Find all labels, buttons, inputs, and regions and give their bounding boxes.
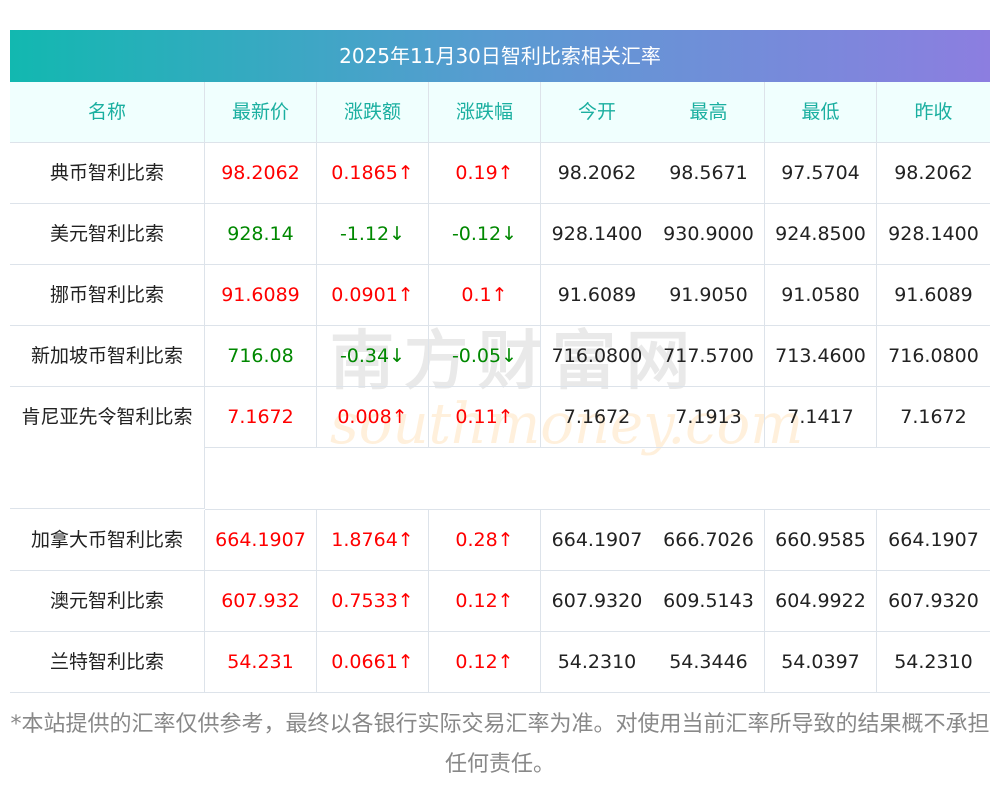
cell-prev-close: 607.9320: [877, 571, 990, 632]
header-low: 最低: [765, 82, 877, 143]
cell-prev-close: 54.2310: [877, 632, 990, 693]
cell-change: 0.0661↑: [317, 632, 429, 693]
cell-name: 美元智利比索: [10, 204, 205, 265]
cell-price: 664.1907: [205, 510, 317, 571]
header-open: 今开: [541, 82, 653, 143]
cell-price: 928.14: [205, 204, 317, 265]
cell-prev-close: 664.1907: [877, 510, 990, 571]
cell-change: 0.1865↑: [317, 143, 429, 204]
cell-change: 0.7533↑: [317, 571, 429, 632]
cell-high: 7.1913: [653, 387, 765, 448]
cell-high: 717.5700: [653, 326, 765, 387]
cell-change-pct: -0.05↓: [429, 326, 541, 387]
cell-high: 666.7026: [653, 510, 765, 571]
cell-name: 挪币智利比索: [10, 265, 205, 326]
cell-low: 924.8500: [765, 204, 877, 265]
cell-high: 930.9000: [653, 204, 765, 265]
cell-price: 98.2062: [205, 143, 317, 204]
cell-high: 609.5143: [653, 571, 765, 632]
cell-open: 54.2310: [541, 632, 653, 693]
cell-open: 91.6089: [541, 265, 653, 326]
cell-open: 98.2062: [541, 143, 653, 204]
cell-open: 664.1907: [541, 510, 653, 571]
cell-high: 91.9050: [653, 265, 765, 326]
cell-low: 91.0580: [765, 265, 877, 326]
disclaimer: *本站提供的汇率仅供参考，最终以各银行实际交易汇率为准。对使用当前汇率所导致的结…: [10, 712, 990, 777]
table-title: 2025年11月30日智利比索相关汇率: [10, 30, 990, 82]
cell-prev-close: 98.2062: [877, 143, 990, 204]
cell-low: 54.0397: [765, 632, 877, 693]
cell-high: 98.5671: [653, 143, 765, 204]
cell-low: 713.4600: [765, 326, 877, 387]
cell-change-pct: 0.11↑: [429, 387, 541, 448]
header-prev-close: 昨收: [877, 82, 990, 143]
cell-low: 97.5704: [765, 143, 877, 204]
cell-change-pct: 0.19↑: [429, 143, 541, 204]
cell-change-pct: 0.1↑: [429, 265, 541, 326]
cell-change: 1.8764↑: [317, 510, 429, 571]
cell-change-pct: 0.12↑: [429, 571, 541, 632]
cell-change: 0.008↑: [317, 387, 429, 448]
header-high: 最高: [653, 82, 765, 143]
cell-change: -0.34↓: [317, 326, 429, 387]
cell-name: 加拿大币智利比索: [10, 510, 205, 571]
cell-change: 0.0901↑: [317, 265, 429, 326]
exchange-rate-table: 名称 最新价 涨跌额 涨跌幅 今开 最高 最低 昨收 典币智利比索 98.2062 0.1865↑ 0…: [10, 82, 990, 693]
cell-change-pct: -0.12↓: [429, 204, 541, 265]
cell-name: 澳元智利比索: [10, 571, 205, 632]
row-spacer: [205, 448, 990, 510]
cell-open: 607.9320: [541, 571, 653, 632]
cell-name: 兰特智利比索: [10, 632, 205, 693]
cell-prev-close: 91.6089: [877, 265, 990, 326]
cell-high: 54.3446: [653, 632, 765, 693]
cell-price: 607.932: [205, 571, 317, 632]
cell-name: 典币智利比索: [10, 143, 205, 204]
cell-low: 604.9922: [765, 571, 877, 632]
cell-name: 新加坡币智利比索: [10, 326, 205, 387]
cell-open: 716.0800: [541, 326, 653, 387]
cell-prev-close: 928.1400: [877, 204, 990, 265]
cell-prev-close: 7.1672: [877, 387, 990, 448]
cell-price: 91.6089: [205, 265, 317, 326]
header-price: 最新价: [205, 82, 317, 143]
header-change-pct: 涨跌幅: [429, 82, 541, 143]
cell-name: 肯尼亚先令智利比索: [10, 387, 205, 509]
cell-price: 716.08: [205, 326, 317, 387]
cell-change-pct: 0.28↑: [429, 510, 541, 571]
cell-change-pct: 0.12↑: [429, 632, 541, 693]
cell-low: 660.9585: [765, 510, 877, 571]
cell-low: 7.1417: [765, 387, 877, 448]
cell-prev-close: 716.0800: [877, 326, 990, 387]
cell-price: 7.1672: [205, 387, 317, 448]
header-name: 名称: [10, 82, 205, 143]
header-change: 涨跌额: [317, 82, 429, 143]
cell-open: 928.1400: [541, 204, 653, 265]
cell-open: 7.1672: [541, 387, 653, 448]
cell-change: -1.12↓: [317, 204, 429, 265]
cell-price: 54.231: [205, 632, 317, 693]
